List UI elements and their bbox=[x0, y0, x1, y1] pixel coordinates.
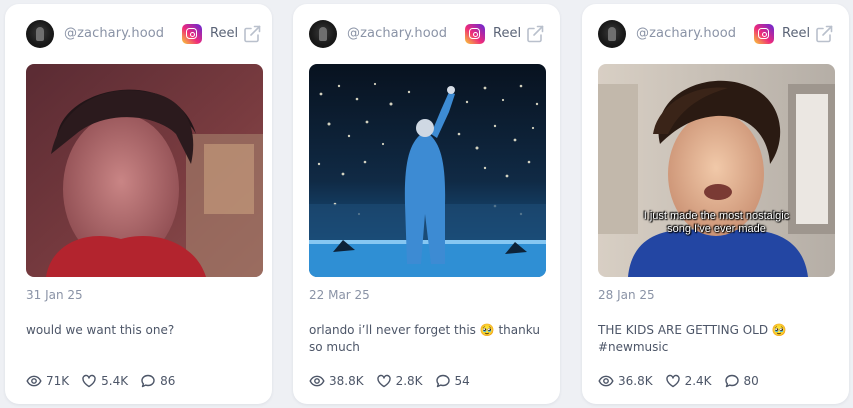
likes-stat: 2.4K bbox=[665, 373, 712, 389]
external-link-icon[interactable] bbox=[814, 24, 834, 44]
post-type-label: Reel bbox=[782, 26, 811, 41]
post-caption: would we want this one? bbox=[26, 323, 175, 337]
post-card[interactable]: @zachary.hood Reel bbox=[5, 4, 272, 404]
card-header: @zachary.hood Reel bbox=[598, 4, 835, 64]
views-stat: 36.8K bbox=[598, 373, 653, 389]
likes-stat: 5.4K bbox=[81, 373, 128, 389]
views-stat: 38.8K bbox=[309, 373, 364, 389]
external-link-icon[interactable] bbox=[242, 24, 262, 44]
views-count: 36.8K bbox=[618, 374, 653, 388]
external-link-icon[interactable] bbox=[525, 24, 545, 44]
card-header: @zachary.hood Reel bbox=[26, 4, 263, 64]
post-thumbnail[interactable] bbox=[309, 64, 546, 277]
instagram-icon bbox=[182, 24, 202, 44]
avatar[interactable] bbox=[309, 20, 337, 48]
post-thumbnail[interactable]: I just made the most nostalgic song I've… bbox=[598, 64, 835, 277]
views-count: 38.8K bbox=[329, 374, 364, 388]
eye-icon bbox=[598, 375, 614, 387]
eye-icon bbox=[309, 375, 325, 387]
likes-count: 5.4K bbox=[101, 374, 129, 388]
likes-count: 2.4K bbox=[684, 374, 712, 388]
comments-count: 86 bbox=[160, 374, 176, 388]
instagram-icon bbox=[754, 24, 774, 44]
heart-icon bbox=[376, 374, 391, 388]
views-stat: 71K bbox=[26, 373, 69, 389]
post-card[interactable]: @zachary.hood Reel bbox=[582, 4, 849, 404]
likes-count: 2.8K bbox=[395, 374, 423, 388]
card-header: @zachary.hood Reel bbox=[309, 4, 546, 64]
heart-icon bbox=[665, 374, 680, 388]
post-caption: THE KIDS ARE GETTING OLD 🥹 #newmusic bbox=[598, 323, 787, 354]
post-stats: 36.8K 2.4K 80 bbox=[598, 373, 771, 389]
post-stats: 38.8K 2.8K 54 bbox=[309, 373, 482, 389]
account-handle[interactable]: @zachary.hood bbox=[636, 26, 736, 41]
likes-stat: 2.8K bbox=[376, 373, 423, 389]
heart-icon bbox=[82, 374, 96, 388]
post-stats: 71K 5.4K 86 bbox=[26, 373, 187, 389]
comments-count: 80 bbox=[743, 374, 759, 388]
instagram-icon bbox=[465, 24, 485, 44]
post-type-label: Reel bbox=[493, 26, 522, 41]
comment-icon bbox=[435, 374, 450, 388]
comment-icon bbox=[141, 374, 155, 388]
post-card[interactable]: @zachary.hood Reel bbox=[293, 4, 560, 404]
comments-stat: 54 bbox=[435, 373, 470, 389]
account-handle[interactable]: @zachary.hood bbox=[64, 26, 164, 41]
comments-stat: 80 bbox=[724, 373, 759, 389]
eye-icon bbox=[26, 375, 42, 387]
comment-icon bbox=[724, 374, 739, 388]
post-date: 31 Jan 25 bbox=[26, 288, 83, 302]
avatar[interactable] bbox=[26, 20, 54, 48]
avatar[interactable] bbox=[598, 20, 626, 48]
comments-stat: 86 bbox=[140, 373, 175, 389]
post-type-label: Reel bbox=[210, 26, 239, 41]
comments-count: 54 bbox=[454, 374, 470, 388]
post-date: 28 Jan 25 bbox=[598, 288, 655, 302]
views-count: 71K bbox=[46, 374, 70, 388]
video-caption-overlay: I just made the most nostalgic song I've… bbox=[643, 210, 790, 235]
post-caption: orlando i’ll never forget this 🥹 thanku … bbox=[309, 323, 540, 354]
account-handle[interactable]: @zachary.hood bbox=[347, 26, 447, 41]
post-thumbnail[interactable] bbox=[26, 64, 263, 277]
post-date: 22 Mar 25 bbox=[309, 288, 370, 302]
